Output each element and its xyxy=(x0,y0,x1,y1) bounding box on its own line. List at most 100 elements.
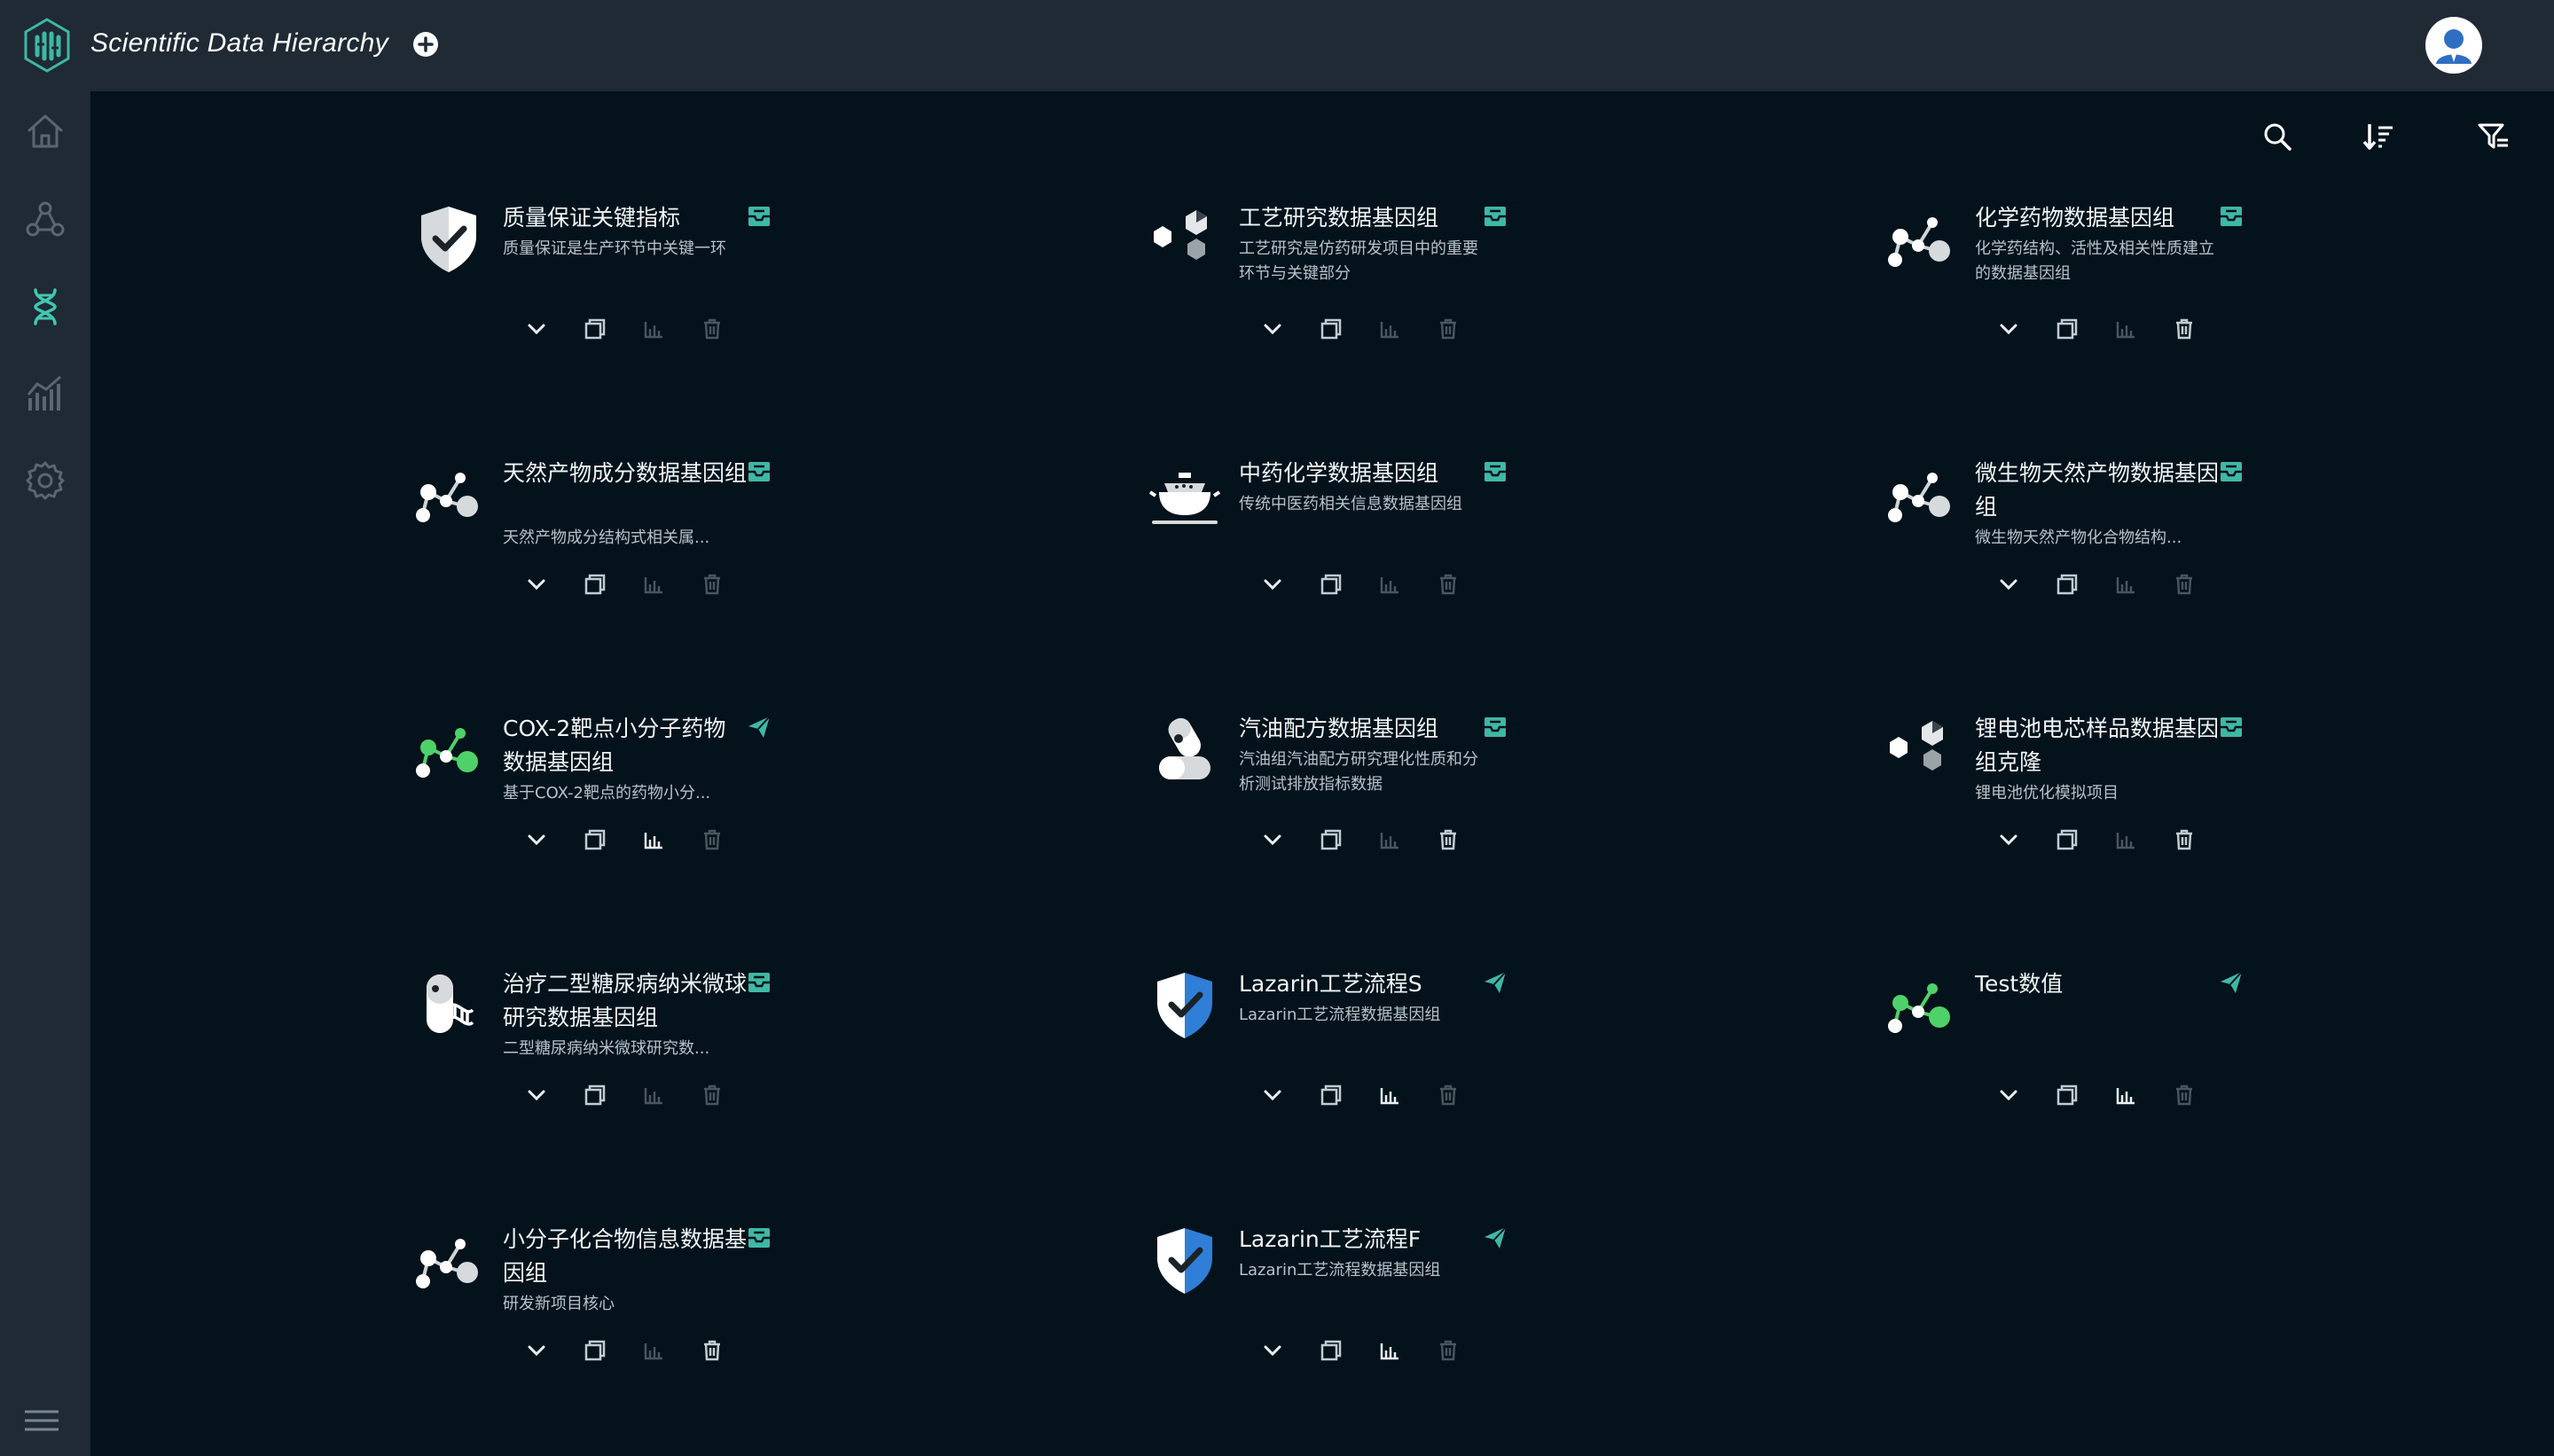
copy-button[interactable] xyxy=(1315,1079,1347,1111)
project-card[interactable]: 中药化学数据基因组 传统中医药相关信息数据基因组 xyxy=(1147,457,1506,687)
card-description: 汽油组汽油配方研究理化性质和分析测试排放指标数据 xyxy=(1239,750,1478,794)
sidebar-item-network[interactable] xyxy=(25,200,66,240)
archive-icon[interactable] xyxy=(746,203,772,230)
copy-button[interactable] xyxy=(579,568,611,600)
archive-icon[interactable] xyxy=(2218,203,2245,230)
stats-button[interactable] xyxy=(638,1335,670,1366)
project-card[interactable]: Lazarin工艺流程F Lazarin工艺流程数据基因组 xyxy=(1147,1223,1507,1453)
stats-button[interactable] xyxy=(638,824,670,856)
copy-button[interactable] xyxy=(1315,568,1347,600)
copy-icon xyxy=(2057,318,2078,340)
stats-button[interactable] xyxy=(1374,1335,1406,1366)
expand-button[interactable] xyxy=(1993,824,2025,856)
project-card[interactable]: 小分子化合物信息数据基因组 研发新项目核心 xyxy=(411,1223,770,1453)
expand-button[interactable] xyxy=(1257,313,1289,345)
stats-button[interactable] xyxy=(638,568,670,600)
delete-button[interactable] xyxy=(1432,568,1464,600)
copy-button[interactable] xyxy=(2051,1079,2083,1111)
archive-icon[interactable] xyxy=(1482,714,1508,740)
send-icon[interactable] xyxy=(2218,969,2245,996)
copy-button[interactable] xyxy=(2051,313,2083,345)
delete-button[interactable] xyxy=(2168,1079,2200,1111)
copy-button[interactable] xyxy=(579,313,611,345)
stats-button[interactable] xyxy=(1374,1079,1406,1111)
expand-button[interactable] xyxy=(1257,1079,1289,1111)
send-icon[interactable] xyxy=(1482,969,1508,996)
project-card[interactable]: 治疗二型糖尿病纳米微球研究数据基因组 二型糖尿病纳米微球研究数... xyxy=(411,967,770,1198)
stats-button[interactable] xyxy=(638,1079,670,1111)
sidebar-item-chart[interactable] xyxy=(25,373,66,414)
shield-blue-icon xyxy=(1157,1228,1212,1294)
copy-button[interactable] xyxy=(579,1079,611,1111)
add-project-button[interactable] xyxy=(411,30,440,59)
project-card[interactable]: 微生物天然产物数据基因组 微生物天然产物化合物结构... xyxy=(1883,457,2242,687)
archive-icon[interactable] xyxy=(746,458,772,485)
user-avatar[interactable] xyxy=(2425,16,2483,74)
copy-button[interactable] xyxy=(579,824,611,856)
stats-button[interactable] xyxy=(1374,313,1406,345)
send-icon[interactable] xyxy=(746,714,772,740)
delete-button[interactable] xyxy=(696,1335,728,1366)
filter-icon[interactable] xyxy=(2476,119,2511,154)
stats-button[interactable] xyxy=(2110,313,2142,345)
expand-button[interactable] xyxy=(1257,1335,1289,1366)
sidebar-item-settings[interactable] xyxy=(25,460,66,501)
send-icon[interactable] xyxy=(1482,1225,1508,1251)
expand-button[interactable] xyxy=(521,568,552,600)
search-icon[interactable] xyxy=(2260,119,2295,154)
delete-button[interactable] xyxy=(2168,824,2200,856)
molecule-icon xyxy=(416,473,478,522)
menu-icon[interactable] xyxy=(23,1406,60,1435)
archive-icon[interactable] xyxy=(1482,203,1508,230)
expand-button[interactable] xyxy=(1257,568,1289,600)
project-card[interactable]: 化学药物数据基因组 化学药结构、活性及相关性质建立的数据基因组 xyxy=(1883,201,2242,432)
archive-icon[interactable] xyxy=(1482,458,1508,485)
project-card[interactable]: Test数值 xyxy=(1883,967,2243,1198)
project-card[interactable]: 锂电池电芯样品数据基因组克隆 锂电池优化模拟项目 xyxy=(1883,712,2242,943)
expand-button[interactable] xyxy=(521,824,552,856)
copy-button[interactable] xyxy=(1315,313,1347,345)
expand-button[interactable] xyxy=(1993,313,2025,345)
archive-icon[interactable] xyxy=(2218,458,2245,485)
stats-button[interactable] xyxy=(638,313,670,345)
sidebar-item-dna[interactable] xyxy=(25,286,66,327)
delete-button[interactable] xyxy=(696,824,728,856)
archive-icon[interactable] xyxy=(2218,714,2245,740)
sidebar-item-home[interactable] xyxy=(25,111,66,152)
stats-button[interactable] xyxy=(2110,1079,2142,1111)
archive-icon[interactable] xyxy=(746,969,772,996)
delete-button[interactable] xyxy=(1432,1079,1464,1111)
delete-button[interactable] xyxy=(696,1079,728,1111)
sort-icon[interactable] xyxy=(2361,119,2396,154)
archive-icon[interactable] xyxy=(746,1225,772,1251)
stats-button[interactable] xyxy=(2110,568,2142,600)
project-card[interactable]: 汽油配方数据基因组 汽油组汽油配方研究理化性质和分析测试排放指标数据 xyxy=(1147,712,1506,943)
stats-button[interactable] xyxy=(1374,568,1406,600)
project-card[interactable]: 工艺研究数据基因组 工艺研究是仿药研发项目中的重要环节与关键部分 xyxy=(1147,201,1506,432)
project-card[interactable]: 天然产物成分数据基因组 天然产物成分结构式相关属... xyxy=(411,457,770,687)
stats-button[interactable] xyxy=(1374,824,1406,856)
copy-button[interactable] xyxy=(1315,1335,1347,1366)
delete-button[interactable] xyxy=(2168,568,2200,600)
expand-button[interactable] xyxy=(521,1079,552,1111)
copy-button[interactable] xyxy=(2051,824,2083,856)
copy-button[interactable] xyxy=(2051,568,2083,600)
copy-button[interactable] xyxy=(579,1335,611,1366)
delete-button[interactable] xyxy=(1432,824,1464,856)
copy-button[interactable] xyxy=(1315,824,1347,856)
expand-button[interactable] xyxy=(1993,568,2025,600)
trash-icon xyxy=(2176,574,2192,595)
delete-button[interactable] xyxy=(696,568,728,600)
expand-button[interactable] xyxy=(521,1335,552,1366)
delete-button[interactable] xyxy=(1432,313,1464,345)
stats-button[interactable] xyxy=(2110,824,2142,856)
delete-button[interactable] xyxy=(1432,1335,1464,1366)
delete-button[interactable] xyxy=(2168,313,2200,345)
expand-button[interactable] xyxy=(1257,824,1289,856)
project-card[interactable]: COX-2靶点小分子药物数据基因组 基于COX-2靶点的药物小分... xyxy=(411,712,771,943)
project-card[interactable]: 质量保证关键指标 质量保证是生产环节中关键一环 xyxy=(411,201,770,432)
delete-button[interactable] xyxy=(696,313,728,345)
project-card[interactable]: Lazarin工艺流程S Lazarin工艺流程数据基因组 xyxy=(1147,967,1507,1198)
expand-button[interactable] xyxy=(521,313,552,345)
expand-button[interactable] xyxy=(1993,1079,2025,1111)
